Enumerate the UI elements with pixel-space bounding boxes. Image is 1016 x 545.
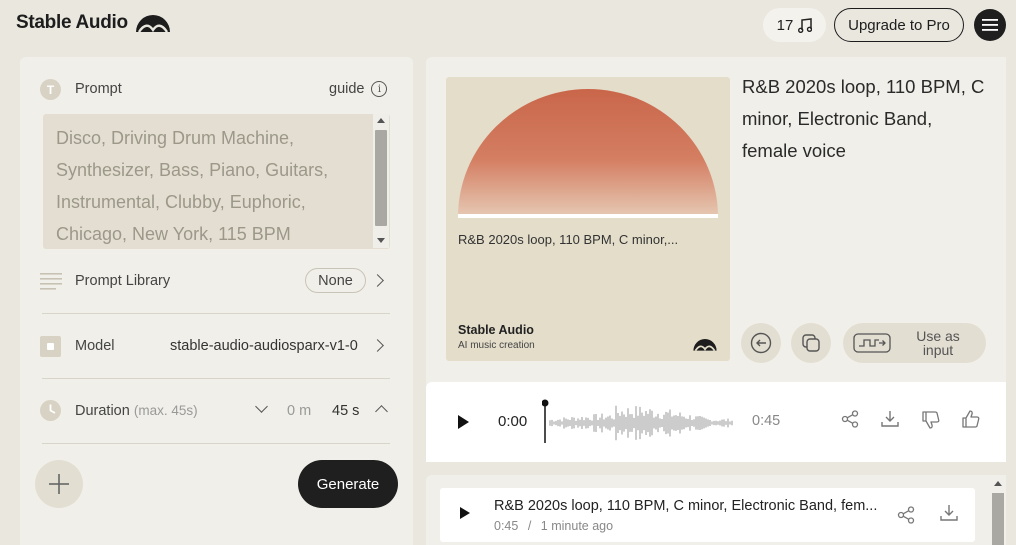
download-icon[interactable] [940, 504, 958, 522]
text-prompt-icon: T [40, 79, 61, 100]
prompt-input[interactable]: Disco, Driving Drum Machine, Synthesizer… [43, 114, 390, 249]
history-item[interactable]: R&B 2020s loop, 110 BPM, C minor, Electr… [440, 488, 975, 542]
sunset-artwork [458, 89, 718, 218]
cover-caption: R&B 2020s loop, 110 BPM, C minor,... [458, 232, 679, 247]
waveform[interactable] [542, 399, 738, 443]
scroll-down-icon[interactable] [377, 238, 385, 243]
clock-icon [40, 400, 61, 421]
album-cover: R&B 2020s loop, 110 BPM, C minor,... Sta… [446, 77, 730, 361]
music-note-icon [798, 17, 813, 33]
stable-audio-logo-icon [135, 15, 170, 33]
model-label: Model [75, 338, 115, 354]
duration-seconds[interactable]: 45 s [332, 403, 359, 419]
duration-hint: (max. 45s) [133, 403, 198, 418]
duration-minutes[interactable]: 0 m [287, 403, 311, 419]
divider [42, 443, 390, 444]
guide-link[interactable]: guide i [329, 81, 388, 97]
add-button[interactable] [35, 460, 83, 508]
reuse-prompt-button[interactable] [741, 323, 781, 363]
scroll-up-icon[interactable] [377, 118, 385, 123]
history-item-meta: 0:45 / 1 minute ago [494, 519, 613, 533]
copy-icon [802, 334, 820, 352]
thumbs-up-icon[interactable] [961, 410, 980, 429]
separator: / [527, 519, 532, 533]
prompt-library-icon [40, 273, 62, 290]
history-panel: R&B 2020s loop, 110 BPM, C minor, Electr… [426, 475, 1006, 545]
menu-button[interactable] [974, 9, 1006, 41]
duration-label: Duration (max. 45s) [75, 403, 198, 419]
generation-panel: T Prompt guide i Disco, Driving Drum Mac… [20, 57, 413, 545]
upgrade-button[interactable]: Upgrade to Pro [834, 8, 964, 42]
plus-icon [49, 474, 69, 494]
prompt-library-label: Prompt Library [75, 273, 171, 289]
scroll-up-icon[interactable] [994, 481, 1002, 486]
track-title: R&B 2020s loop, 110 BPM, C minor, Electr… [742, 76, 985, 161]
total-time: 0:45 [752, 413, 781, 429]
brand-name: Stable Audio [16, 12, 128, 33]
play-icon[interactable] [458, 415, 469, 429]
guide-label: guide [329, 81, 365, 97]
chevron-right-icon[interactable] [371, 339, 384, 352]
generate-button[interactable]: Generate [298, 460, 398, 508]
info-icon: i [371, 81, 388, 97]
stable-audio-logo-icon [693, 339, 717, 352]
chevron-up-icon[interactable] [375, 405, 388, 418]
credits-count: 17 [776, 16, 794, 34]
chevron-down-icon[interactable] [255, 400, 268, 413]
credits-counter[interactable]: 17 [763, 8, 826, 42]
hamburger-icon [982, 19, 998, 31]
cover-subtitle: AI music creation [458, 340, 535, 351]
audio-player: 0:00 0:45 [426, 382, 1006, 462]
use-as-input-label: Use as input [916, 328, 960, 358]
use-as-input-button[interactable]: Use as input [843, 323, 986, 363]
history-item-duration: 0:45 [494, 519, 519, 533]
copy-button[interactable] [791, 323, 831, 363]
chevron-right-icon[interactable] [371, 274, 384, 287]
cover-brand: Stable Audio [458, 323, 534, 337]
scroll-thumb[interactable] [375, 130, 387, 226]
divider [42, 378, 390, 379]
prompt-label: Prompt [75, 81, 122, 97]
history-scrollbar[interactable] [990, 477, 1006, 545]
model-selection[interactable]: stable-audio-audiosparx-v1-0 [170, 338, 358, 354]
prompt-library-selection[interactable]: None [305, 268, 366, 293]
play-icon[interactable] [460, 507, 470, 519]
waveform-input-icon [853, 333, 891, 353]
history-item-age: 1 minute ago [540, 519, 614, 533]
history-item-title: R&B 2020s loop, 110 BPM, C minor, Electr… [494, 498, 878, 514]
download-icon[interactable] [881, 410, 899, 428]
duration-label-text: Duration [75, 403, 130, 419]
prompt-scrollbar[interactable] [373, 114, 389, 248]
share-icon[interactable] [841, 410, 859, 428]
divider [42, 313, 390, 314]
track-panel: R&B 2020s loop, 110 BPM, C minor,... Sta… [426, 57, 1006, 462]
brand-logo[interactable]: Stable Audio [16, 12, 172, 34]
current-time: 0:00 [498, 413, 528, 430]
share-icon[interactable] [897, 506, 915, 524]
scroll-thumb[interactable] [992, 493, 1004, 545]
model-icon [40, 336, 61, 357]
arrow-back-icon [750, 332, 772, 354]
thumbs-down-icon[interactable] [921, 410, 940, 429]
